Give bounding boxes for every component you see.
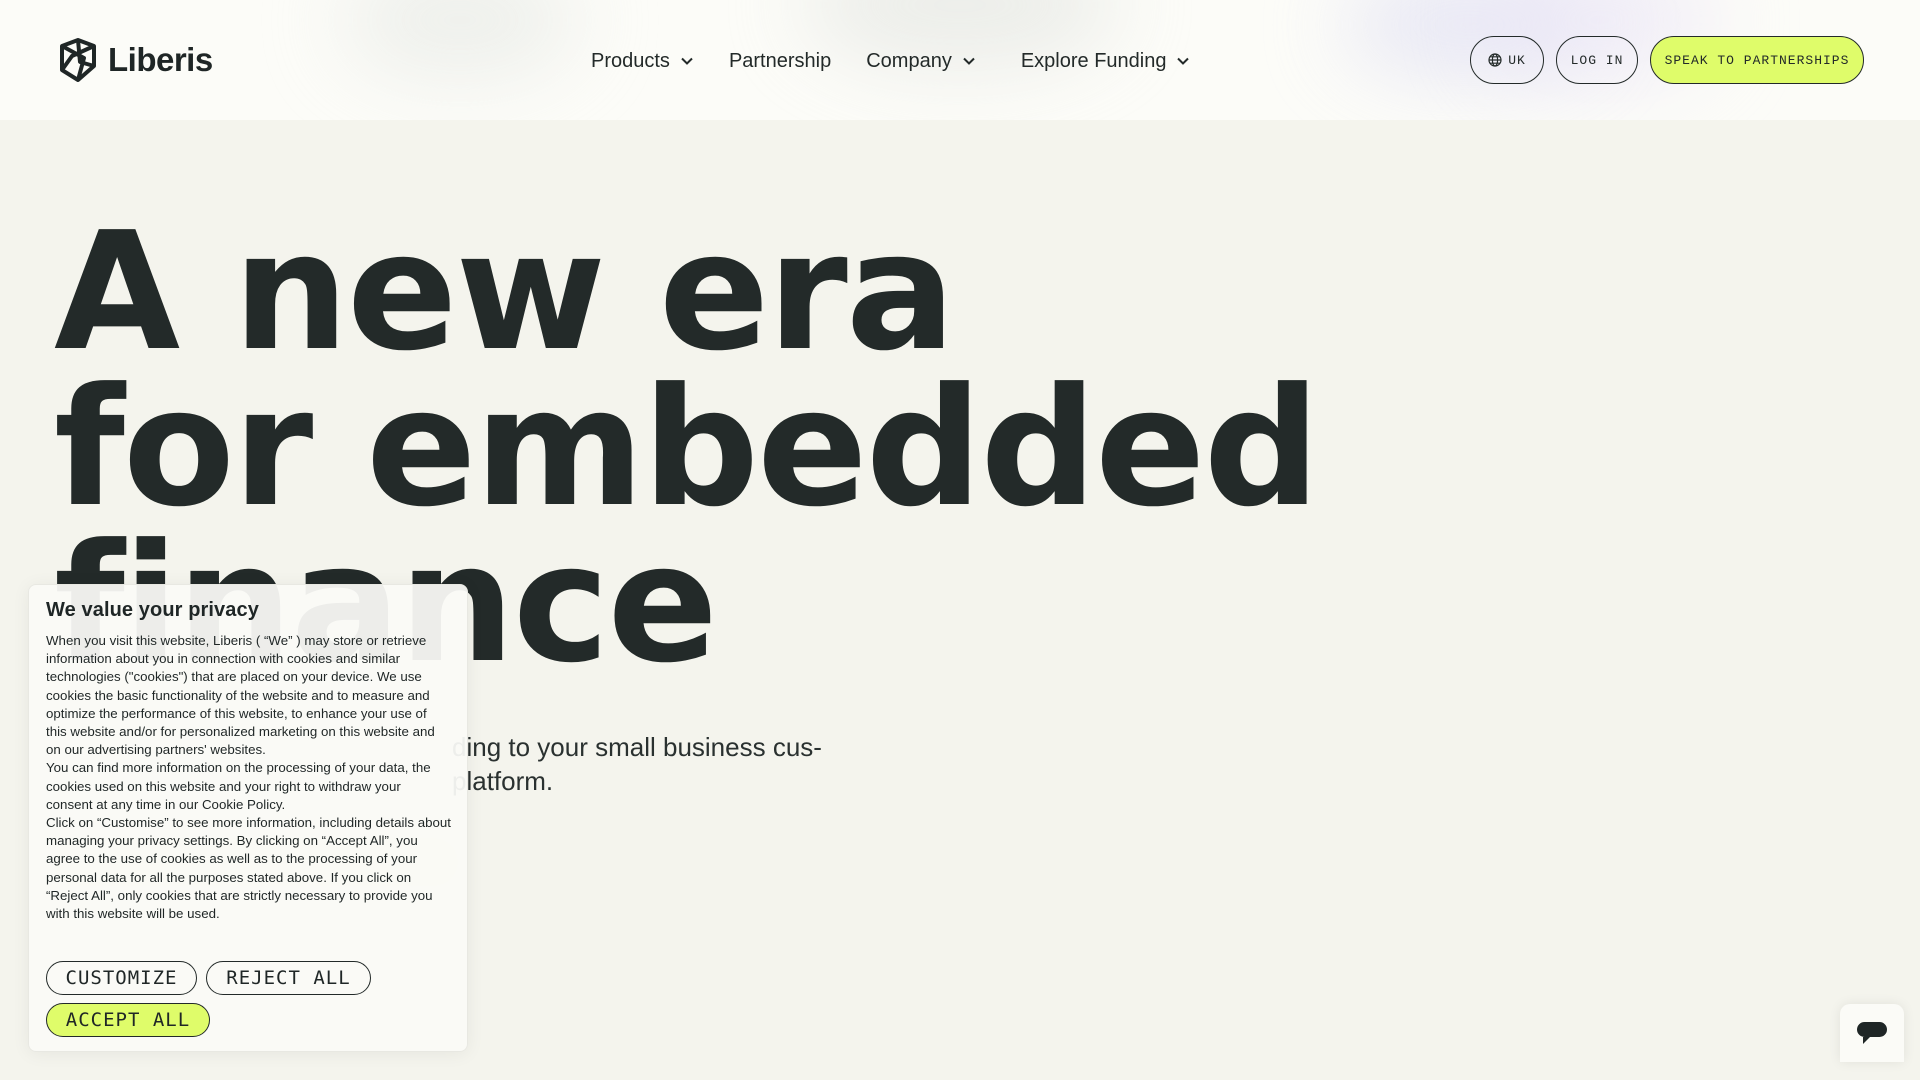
- cookie-title: We value your privacy: [46, 599, 259, 621]
- liberis-logo-icon: [60, 38, 96, 82]
- login-button[interactable]: LOG IN: [1556, 36, 1638, 84]
- nav-item-company[interactable]: Company: [866, 44, 976, 78]
- nav-item-label: Company: [866, 49, 952, 72]
- chat-bubble-icon: [1857, 1022, 1887, 1044]
- login-label: LOG IN: [1570, 52, 1624, 68]
- nav-item-label: Explore Funding: [1020, 49, 1167, 72]
- brand-name: Liberis: [108, 41, 213, 78]
- hero-title-line: for embedded: [54, 354, 1320, 543]
- accept-all-button[interactable]: ACCEPT ALL: [46, 1003, 210, 1037]
- cookie-body: When you visit this website, Liberis ( “…: [46, 632, 451, 923]
- nav-item-partnership[interactable]: Partnership: [729, 44, 831, 78]
- speak-to-partnerships-button[interactable]: SPEAK TO PARTNERSHIPS: [1650, 36, 1864, 84]
- cookie-consent-banner: We value your privacy When you visit thi…: [28, 584, 468, 1052]
- main-nav: Products Partnership Company Explore Fun…: [591, 44, 1190, 78]
- region-label: UK: [1508, 52, 1526, 68]
- chevron-down-icon: [681, 57, 693, 65]
- header-decoration: [340, 0, 580, 80]
- hero-title-line: A new era: [54, 198, 956, 387]
- cookie-paragraph: When you visit this website, Liberis ( “…: [46, 633, 435, 758]
- cookie-paragraph: You can find more information on the pro…: [46, 760, 431, 812]
- nav-item-products[interactable]: Products: [591, 44, 694, 78]
- reject-all-button[interactable]: REJECT ALL: [206, 961, 371, 995]
- customize-button[interactable]: CUSTOMIZE: [46, 961, 197, 995]
- nav-item-explore-funding[interactable]: Explore Funding: [1021, 44, 1191, 78]
- nav-item-label: Partnership: [728, 49, 832, 72]
- chevron-down-icon: [1177, 57, 1190, 65]
- nav-item-label: Products: [591, 49, 670, 72]
- globe-icon: [1488, 53, 1502, 67]
- chevron-down-icon: [963, 57, 975, 65]
- site-header: Liberis Products Partnership Company Exp…: [0, 0, 1920, 120]
- cookie-paragraph: Click on “Customise” to see more informa…: [46, 815, 452, 922]
- region-selector-button[interactable]: UK: [1470, 36, 1544, 84]
- chat-widget-button[interactable]: [1840, 1004, 1904, 1062]
- logo-link[interactable]: Liberis: [54, 36, 213, 84]
- speak-label: SPEAK TO PARTNERSHIPS: [1664, 52, 1850, 68]
